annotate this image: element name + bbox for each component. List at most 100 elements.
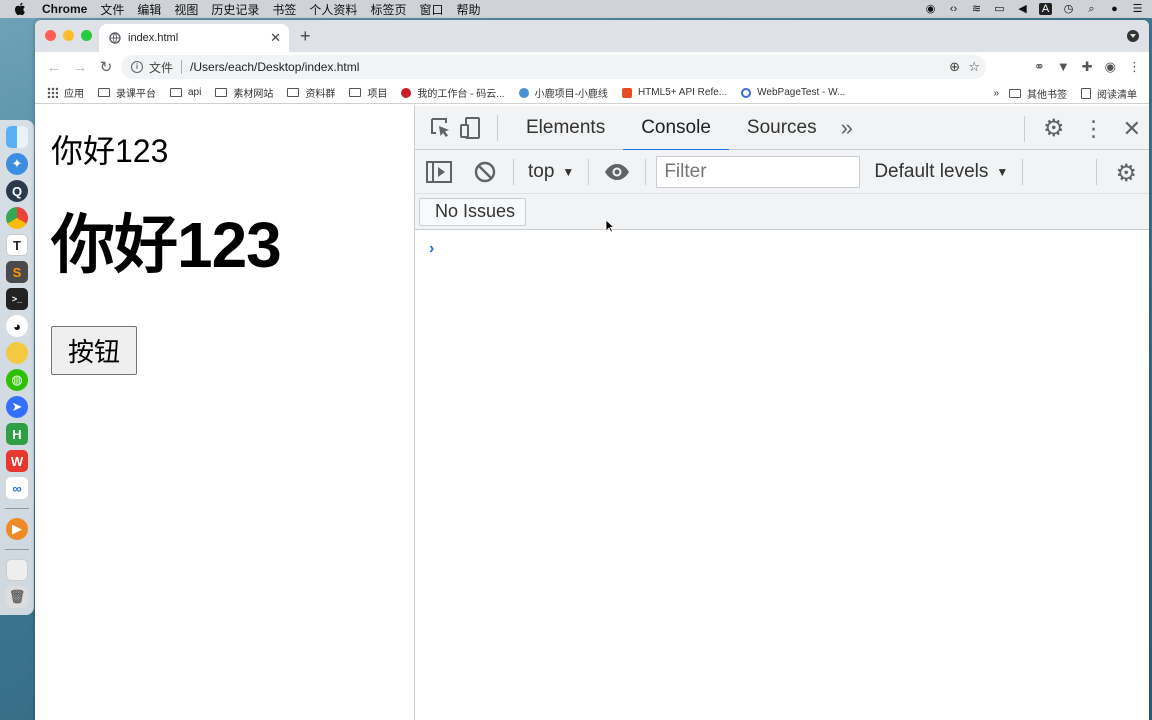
hbuilder-icon[interactable]: H [6, 423, 28, 445]
feishu-icon[interactable]: ➤ [6, 396, 28, 418]
page-button[interactable]: 按钮 [51, 326, 137, 375]
clock-icon[interactable]: ◷ [1062, 3, 1075, 15]
bookmark-webpagetest[interactable]: WebPageTest - W... [741, 87, 845, 98]
chrome-icon[interactable] [6, 207, 28, 229]
close-tab-icon[interactable]: ✕ [270, 30, 281, 46]
menu-bookmarks[interactable]: 书签 [272, 1, 296, 18]
menu-history[interactable]: 历史记录 [211, 1, 259, 18]
quicktime-icon[interactable]: Q [6, 180, 28, 202]
menu-edit[interactable]: 编辑 [137, 1, 161, 18]
device-toolbar-icon[interactable] [457, 114, 485, 142]
sublime-icon[interactable]: S [6, 261, 28, 283]
devtools-settings-icon[interactable]: ⚙ [1043, 114, 1065, 143]
safari-icon[interactable]: ✦ [6, 153, 28, 175]
bookmark-xiaolu[interactable]: 小鹿项目-小鹿线 [518, 85, 608, 100]
record-icon[interactable]: ◉ [924, 3, 937, 15]
menu-tabs[interactable]: 标签页 [370, 1, 406, 18]
bookmark-label: 小鹿项目-小鹿线 [534, 89, 608, 100]
browser-toolbar: ← → ↻ i 文件 /Users/each/Desktop/index.htm… [35, 52, 1149, 82]
bookmark-label: 资料群 [305, 89, 336, 100]
webpagetest-logo-icon [741, 87, 752, 98]
battery-icon[interactable]: ▭ [993, 3, 1006, 15]
tab-search-button[interactable] [1127, 30, 1139, 42]
chrome-menu-icon[interactable]: ⋮ [1128, 59, 1141, 75]
wifi-icon[interactable]: ≋ [970, 3, 983, 15]
volume-icon[interactable]: ◀ [1016, 3, 1029, 15]
devtools-panel: Elements Console Sources » ⚙ ⋮ ✕ top ▼ F… [414, 106, 1149, 720]
deer-logo-icon [518, 87, 529, 98]
bookmarks-overflow-button[interactable]: » [993, 88, 999, 99]
downloads-stack-icon[interactable] [6, 559, 28, 581]
player-icon[interactable]: ▶ [6, 518, 28, 540]
bookmark-folder[interactable]: 素材网站 [215, 85, 273, 100]
bookmark-folder[interactable]: 录课平台 [98, 85, 156, 100]
trash-icon[interactable]: 🗑 [6, 586, 28, 608]
reading-list-button[interactable]: 阅读清单 [1081, 86, 1137, 101]
minimize-window-button[interactable] [63, 30, 74, 41]
reload-button[interactable]: ↻ [93, 58, 119, 76]
bookmark-star-icon[interactable]: ☆ [968, 59, 980, 75]
devtools-menu-icon[interactable]: ⋮ [1083, 116, 1105, 142]
close-devtools-icon[interactable]: ✕ [1123, 116, 1141, 142]
bookmark-apps[interactable]: 应用 [47, 85, 84, 100]
show-sidebar-icon[interactable] [425, 158, 453, 186]
finder-icon[interactable] [6, 126, 28, 148]
bookmark-folder[interactable]: 资料群 [287, 85, 335, 100]
baidu-netdisk-icon[interactable]: ∞ [6, 477, 28, 499]
terminal-icon[interactable]: >_ [6, 288, 28, 310]
menu-app-name[interactable]: Chrome [42, 2, 87, 16]
console-filter-input[interactable]: Filter [656, 155, 861, 188]
forward-button[interactable]: → [67, 59, 93, 76]
address-bar[interactable]: i 文件 /Users/each/Desktop/index.html ⊕ ☆ [121, 55, 986, 79]
qq-icon[interactable]: ◕ [6, 315, 28, 337]
menu-view[interactable]: 视图 [174, 1, 198, 18]
menu-help[interactable]: 帮助 [456, 1, 480, 18]
bookmark-other[interactable]: 其他书签 [1009, 86, 1067, 101]
new-tab-button[interactable]: + [300, 26, 311, 47]
tab-index-html[interactable]: index.html ✕ [99, 24, 289, 52]
spotlight-search-icon[interactable]: ⌕ [1085, 3, 1098, 15]
console-settings-icon[interactable]: ⚙ [1115, 159, 1137, 188]
menu-window[interactable]: 窗口 [419, 1, 443, 18]
dropdown-caret-icon: ▼ [562, 164, 575, 179]
vue-devtools-icon[interactable]: ▼ [1057, 59, 1070, 75]
profile-avatar-icon[interactable]: ◉ [1105, 59, 1116, 75]
tab-elements[interactable]: Elements [508, 106, 623, 150]
puzzle-extensions-icon[interactable]: ✚ [1082, 59, 1093, 75]
zoom-window-button[interactable] [81, 30, 92, 41]
notes-icon[interactable] [6, 342, 28, 364]
tab-console[interactable]: Console [623, 106, 729, 151]
typora-icon[interactable]: T [6, 234, 28, 256]
zoom-icon[interactable]: ⊕ [949, 59, 960, 75]
wechat-icon[interactable]: ◍ [6, 369, 28, 391]
bookmark-folder[interactable]: api [170, 87, 201, 98]
inspect-element-icon[interactable] [427, 114, 455, 142]
site-info-icon[interactable]: i [131, 61, 143, 73]
wps-icon[interactable]: W [6, 450, 28, 472]
log-levels-dropdown[interactable]: Default levels ▼ [874, 161, 1008, 183]
page-heading-small: 你好123 [51, 133, 169, 169]
code-icon[interactable]: ‹› [947, 3, 960, 15]
tab-sources[interactable]: Sources [729, 106, 835, 150]
extension-icon[interactable]: ⚭ [1034, 59, 1045, 75]
live-expression-eye-icon[interactable] [603, 158, 631, 186]
toolbar-divider [497, 114, 498, 141]
url-text[interactable]: /Users/each/Desktop/index.html [190, 60, 359, 74]
apple-menu-icon[interactable] [14, 2, 26, 16]
context-selector[interactable]: top ▼ [528, 161, 574, 183]
macos-menubar: Chrome 文件 编辑 视图 历史记录 书签 个人资料 标签页 窗口 帮助 ◉… [0, 0, 1152, 18]
clear-console-icon[interactable] [471, 158, 499, 186]
console-prompt[interactable]: › [429, 240, 1149, 258]
back-button[interactable]: ← [41, 59, 67, 76]
close-window-button[interactable] [45, 30, 56, 41]
control-center-icon[interactable]: ☰ [1131, 3, 1144, 15]
siri-icon[interactable]: ● [1108, 3, 1121, 15]
bookmark-html5[interactable]: HTML5+ API Refe... [621, 87, 727, 98]
more-tabs-button[interactable]: » [841, 115, 853, 141]
bookmark-folder[interactable]: 项目 [349, 85, 387, 100]
input-method-icon[interactable]: A [1039, 3, 1052, 15]
issues-button[interactable]: No Issues [419, 197, 527, 226]
bookmark-gitee[interactable]: 我的工作台 - 码云... [401, 85, 505, 100]
menu-file[interactable]: 文件 [100, 1, 124, 18]
menu-profiles[interactable]: 个人资料 [309, 1, 357, 18]
